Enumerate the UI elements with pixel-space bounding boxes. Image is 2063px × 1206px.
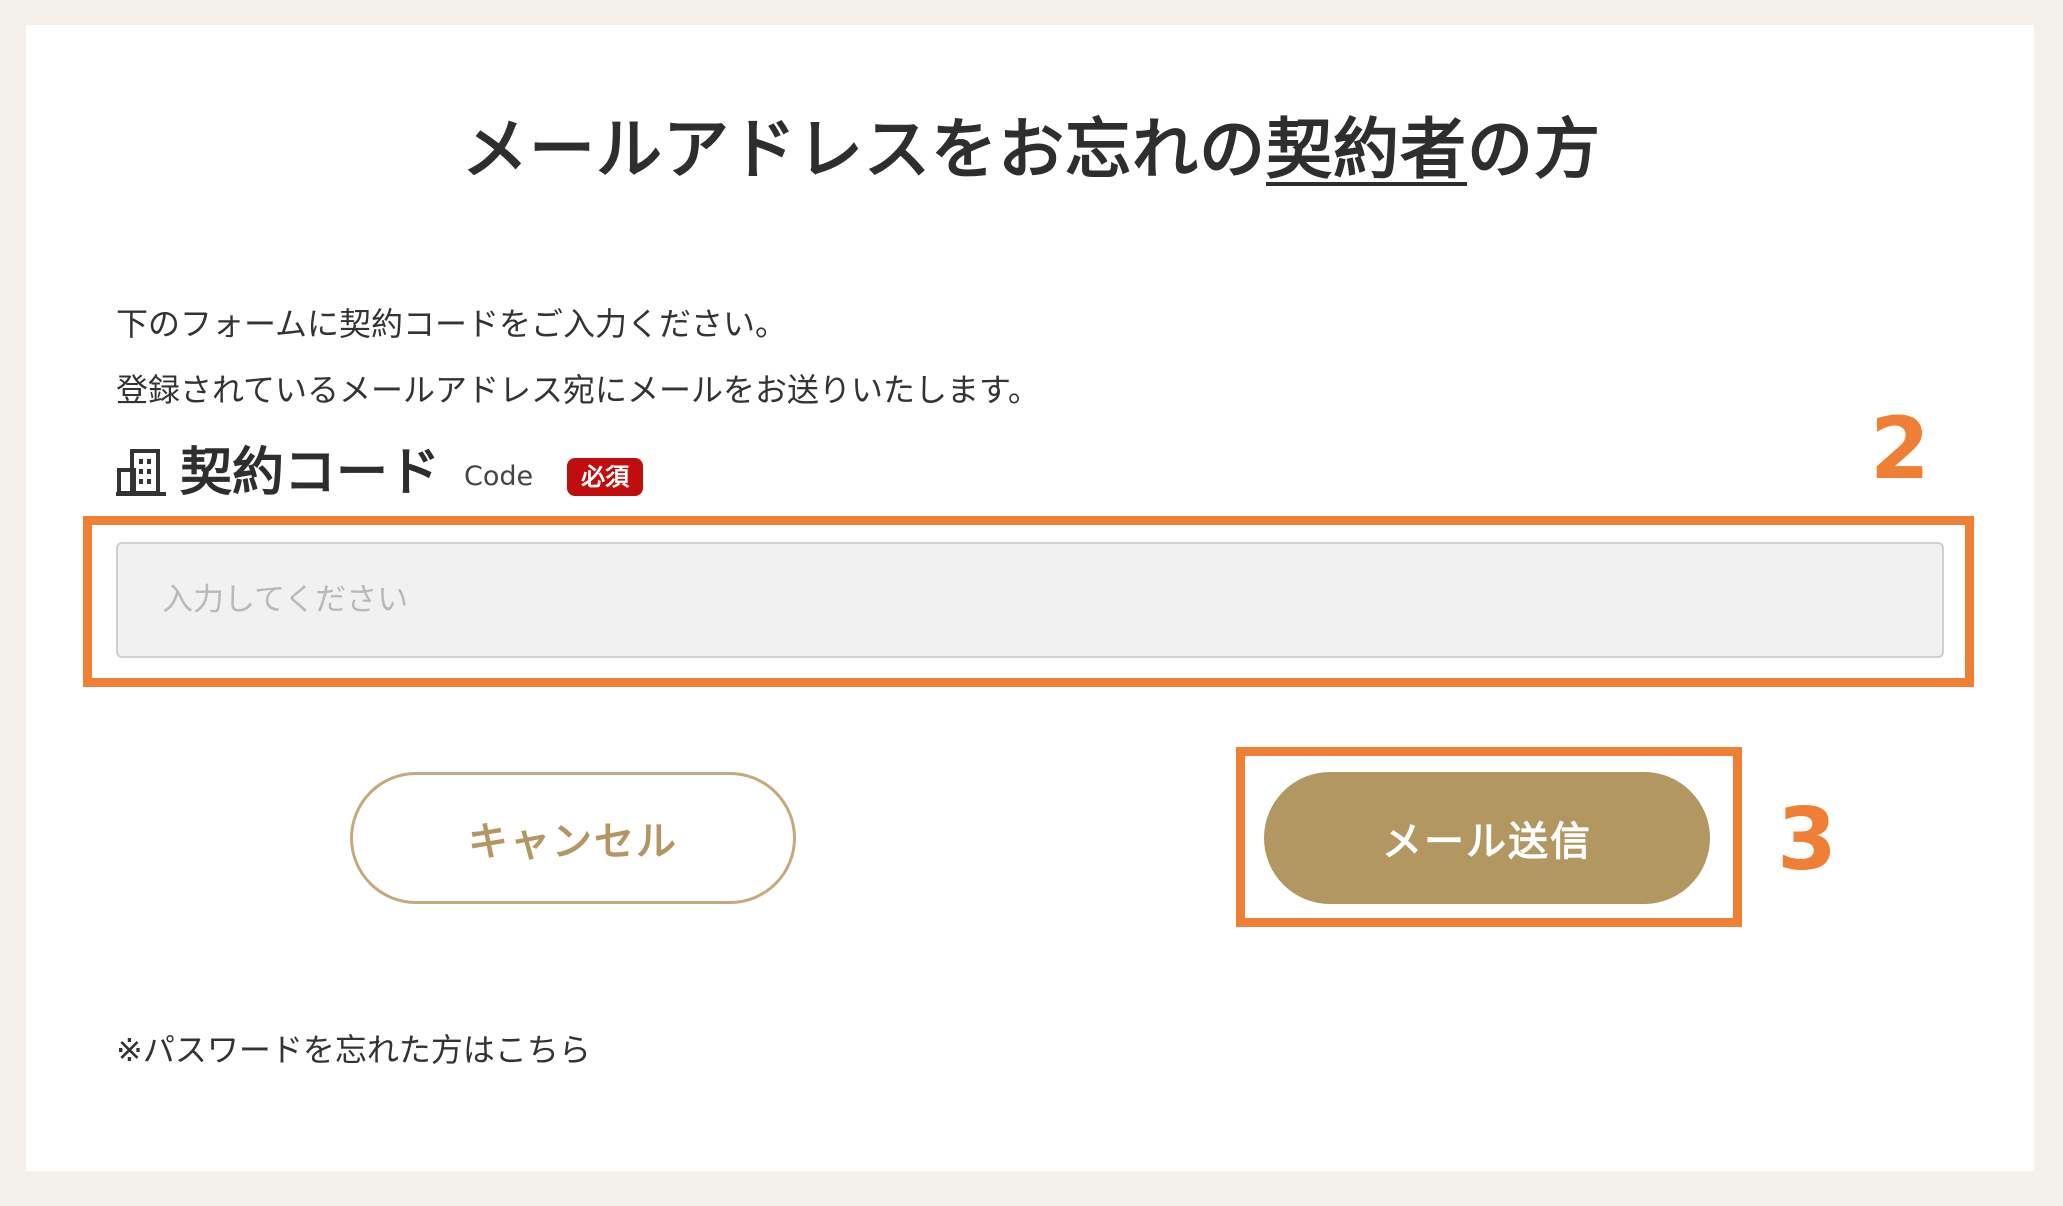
required-badge: 必須 [567, 458, 644, 496]
contract-code-label: 契約コード Code 必須 [116, 440, 644, 506]
description-line-1: 下のフォームに契約コードをご入力ください。 [116, 305, 788, 343]
step-number-3: 3 [1777, 790, 1837, 890]
building-icon [116, 449, 166, 496]
cancel-button[interactable]: キャンセル [350, 772, 796, 904]
send-email-button[interactable]: メール送信 [1264, 772, 1710, 904]
page-title-underlined: 契約者 [1266, 111, 1467, 188]
step-number-2: 2 [1870, 399, 1930, 499]
description-line-2: 登録されているメールアドレス宛にメールをお送りいたします。 [116, 371, 1040, 409]
contract-code-label-text: 契約コード [180, 443, 441, 503]
page-title-post: の方 [1467, 111, 1601, 188]
contract-code-input[interactable] [116, 542, 1944, 658]
page-title-pre: メールアドレスをお忘れの [462, 111, 1266, 188]
forgot-password-link[interactable]: ※パスワードを忘れた方はこちら [116, 1028, 591, 1072]
contract-code-sublabel: Code [464, 460, 534, 492]
page-title: メールアドレスをお忘れの契約者の方 [0, 104, 2063, 196]
